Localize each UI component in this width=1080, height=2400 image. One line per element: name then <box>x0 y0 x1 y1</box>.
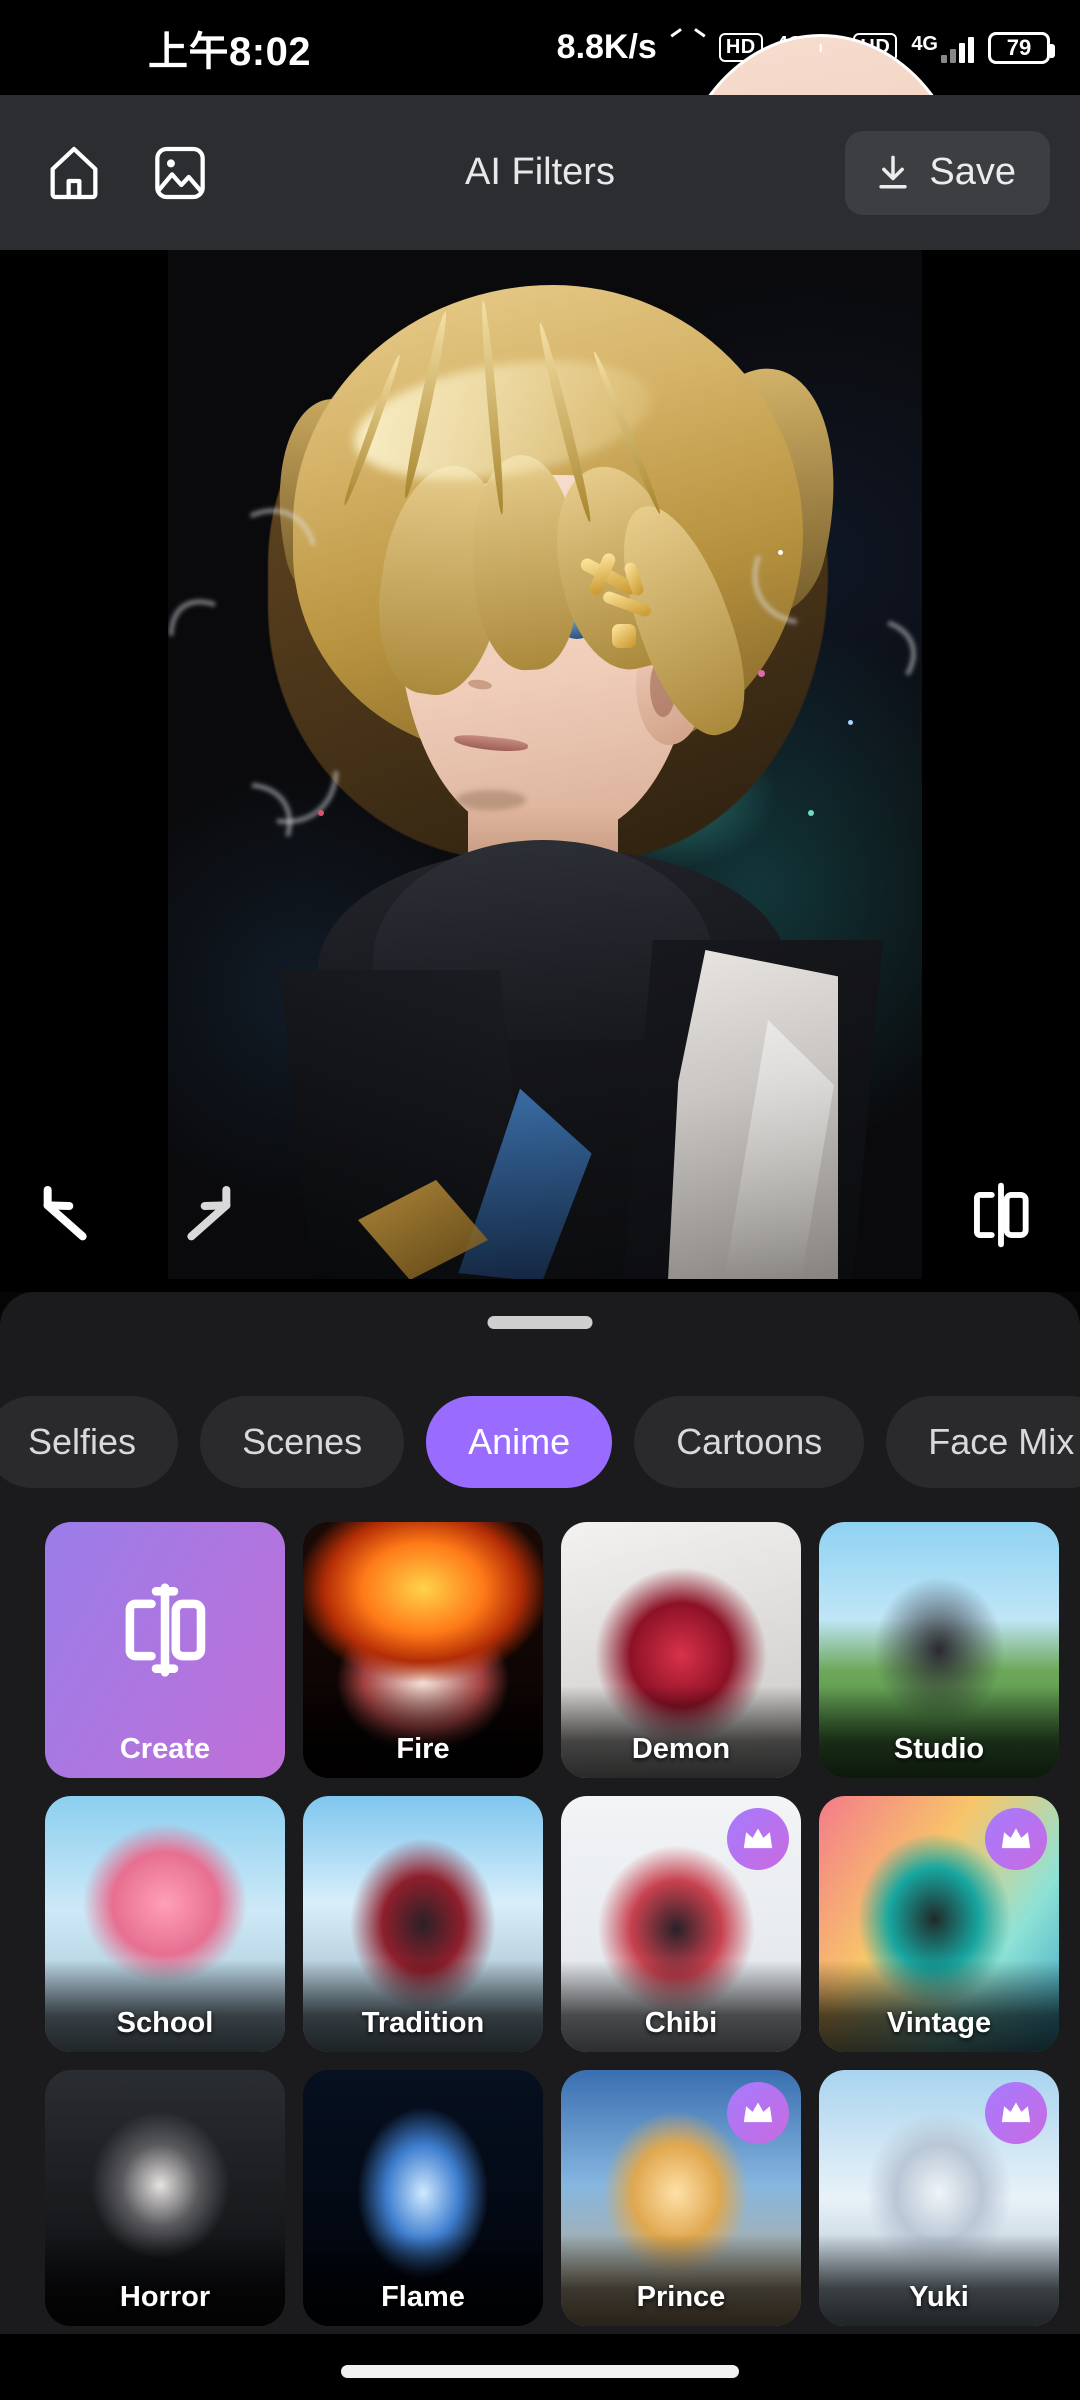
filter-label: Create <box>119 1733 211 1765</box>
filter-tradition[interactable]: Tradition <box>303 1796 543 2052</box>
status-time: 上午8:02 <box>148 29 312 74</box>
tab-scenes[interactable]: Scenes <box>200 1396 405 1488</box>
edited-photo[interactable] <box>168 250 922 1279</box>
crown-icon <box>985 1808 1047 1870</box>
filter-label: Vintage <box>886 2007 992 2039</box>
app-screen: 上午8:02 8.8K/s HD 4G HD 4G 79 <box>0 0 1080 2400</box>
undo-arrow-icon <box>43 1186 87 1241</box>
tab-anime[interactable]: Anime <box>426 1396 613 1488</box>
filter-demon[interactable]: Demon <box>561 1522 801 1778</box>
crown-icon <box>985 2082 1047 2144</box>
network-speed: 8.8K/s <box>556 28 657 66</box>
home-indicator[interactable] <box>341 2365 739 2378</box>
tab-label: Anime <box>468 1421 571 1462</box>
filter-label: Chibi <box>644 2007 718 2039</box>
before-after-compare-icon <box>103 1576 227 1684</box>
tab-face-mix[interactable]: Face Mix <box>886 1396 1080 1488</box>
undo-button[interactable] <box>26 1178 106 1258</box>
tab-label: Selfies <box>28 1421 137 1462</box>
tab-label: Face Mix <box>928 1421 1075 1462</box>
hair-ornament <box>572 548 660 668</box>
top-app-bar: AI Filters Save <box>0 95 1080 250</box>
network-type-sim2: 4G <box>911 32 938 55</box>
save-button[interactable]: Save <box>845 130 1050 215</box>
sheet-drag-handle[interactable] <box>487 1316 593 1329</box>
battery-percent: 79 <box>1006 34 1032 60</box>
signal-sim2: 4G <box>911 33 974 63</box>
filter-school[interactable]: School <box>45 1796 285 2052</box>
tab-cartoons[interactable]: Cartoons <box>634 1396 865 1488</box>
tab-selfies[interactable]: Selfies <box>0 1396 179 1488</box>
compare-button[interactable] <box>964 1178 1038 1252</box>
filter-label: Studio <box>893 1733 985 1765</box>
filters-grid: Create Fire Demon Studio School Traditio <box>0 1522 1080 2400</box>
save-button-label: Save <box>929 151 1016 193</box>
home-icon[interactable] <box>42 141 106 205</box>
status-icons: 8.8K/s HD 4G HD 4G 79 <box>556 27 1055 394</box>
filter-prince[interactable]: Prince <box>561 2070 801 2326</box>
filter-label: Prince <box>636 2281 726 2313</box>
filter-chibi[interactable]: Chibi <box>561 1796 801 2052</box>
filter-vintage[interactable]: Vintage <box>819 1796 1059 2052</box>
filters-sheet: Selfies Scenes Anime Cartoons Face Mix C… <box>0 1292 1080 2400</box>
crown-icon <box>727 1808 789 1870</box>
preview-canvas <box>0 250 1080 1292</box>
alarm-clock-icon <box>670 27 971 394</box>
filter-flame[interactable]: Flame <box>303 2070 543 2326</box>
category-tabs: Selfies Scenes Anime Cartoons Face Mix <box>0 1390 1080 1494</box>
filter-label: Yuki <box>909 2281 969 2313</box>
download-icon <box>879 155 908 188</box>
before-after-compare-icon <box>974 1182 1029 1248</box>
tab-label: Scenes <box>242 1421 363 1462</box>
filter-studio[interactable]: Studio <box>819 1522 1059 1778</box>
filter-label: Tradition <box>361 2007 485 2039</box>
tab-label: Cartoons <box>676 1421 823 1462</box>
filter-label: Demon <box>631 1733 731 1765</box>
battery-icon: 79 <box>988 31 1055 64</box>
crown-icon <box>727 2082 789 2144</box>
status-bar: 上午8:02 8.8K/s HD 4G HD 4G 79 <box>0 0 1080 394</box>
filter-create[interactable]: Create <box>45 1522 285 1778</box>
filter-yuki[interactable]: Yuki <box>819 2070 1059 2326</box>
filter-horror[interactable]: Horror <box>45 2070 285 2326</box>
filter-label: Fire <box>396 1733 450 1765</box>
image-icon[interactable] <box>148 141 212 205</box>
filter-fire[interactable]: Fire <box>303 1522 543 1778</box>
redo-arrow-icon <box>187 1186 231 1241</box>
filter-label: School <box>116 2007 214 2039</box>
system-nav-bar <box>0 2334 1080 2400</box>
filter-label: Horror <box>119 2281 211 2313</box>
redo-button[interactable] <box>168 1178 248 1258</box>
filter-label: Flame <box>381 2281 465 2313</box>
signal-bars-sim2 <box>941 33 974 63</box>
